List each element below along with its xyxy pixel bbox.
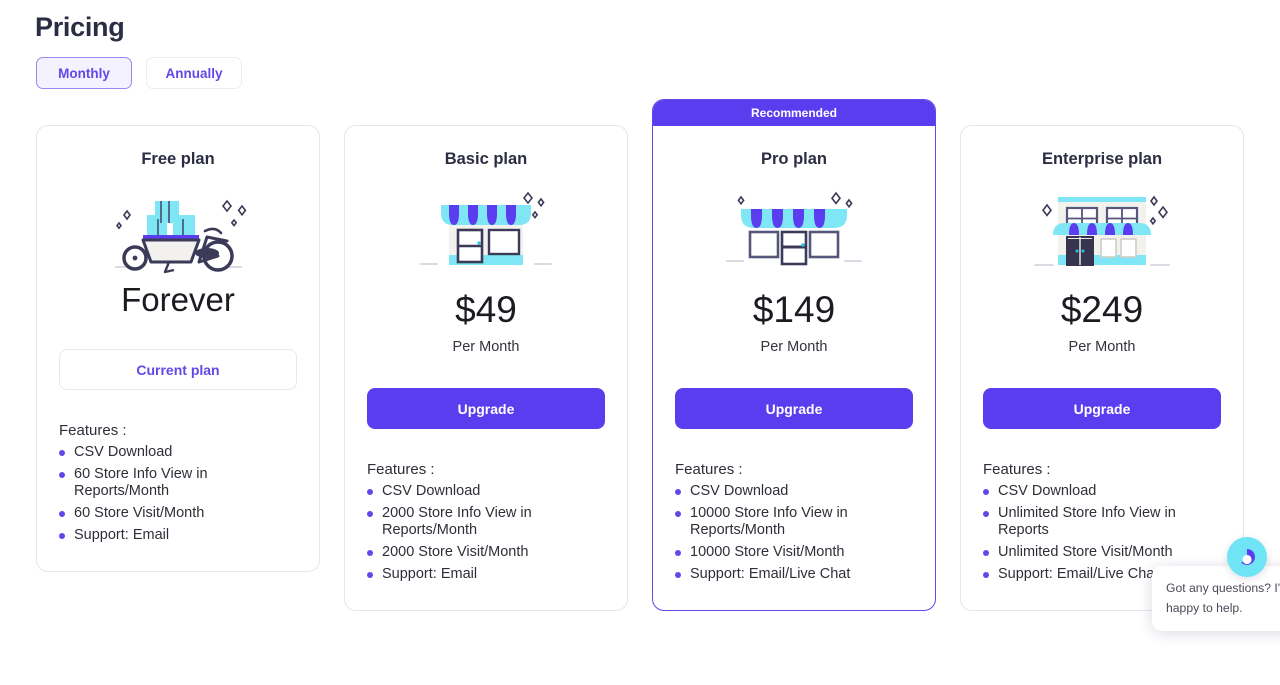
bullet-icon: [983, 572, 989, 578]
features-title: Features :: [675, 461, 913, 478]
feature-label: CSV Download: [74, 444, 172, 461]
cargo-bike-illustration: [103, 175, 253, 283]
feature-item: 60 Store Visit/Month: [59, 505, 297, 522]
plan-period: Per Month: [1069, 339, 1136, 355]
bullet-icon: [367, 489, 373, 495]
feature-item: 2000 Store Info View in Reports/Month: [367, 505, 605, 539]
plan-price: $49: [455, 291, 517, 328]
feature-label: Unlimited Store Info View in Reports: [998, 505, 1221, 539]
bullet-icon: [59, 533, 65, 539]
recommended-badge-label: Recommended: [751, 106, 837, 120]
feature-label: 10000 Store Visit/Month: [690, 544, 845, 561]
feature-item: CSV Download: [59, 444, 297, 461]
billing-period-toggle: Monthly Annually: [36, 57, 242, 89]
chat-launcher-icon: [1237, 547, 1257, 567]
billing-option-annually-label: Annually: [165, 66, 222, 81]
wide-storefront-illustration: [719, 175, 869, 283]
features-list: Features : CSV Download 60 Store Info Vi…: [59, 422, 297, 545]
feature-item: Support: Email: [59, 527, 297, 544]
upgrade-button-label: Upgrade: [1074, 401, 1131, 417]
feature-label: Unlimited Store Visit/Month: [998, 544, 1173, 561]
feature-item: 10000 Store Visit/Month: [675, 544, 913, 561]
feature-item: CSV Download: [675, 483, 913, 500]
plan-name: Pro plan: [761, 150, 827, 169]
feature-item: CSV Download: [983, 483, 1221, 500]
feature-item: CSV Download: [367, 483, 605, 500]
plan-period: Per Month: [761, 339, 828, 355]
feature-label: CSV Download: [998, 483, 1096, 500]
features-list: Features : CSV Download 2000 Store Info …: [367, 461, 605, 584]
two-story-building-illustration: [1027, 175, 1177, 283]
feature-label: CSV Download: [690, 483, 788, 500]
recommended-badge: Recommended: [653, 100, 935, 126]
pricing-cards: Free plan: [36, 99, 1246, 611]
pricing-card-basic: Basic plan: [344, 125, 628, 611]
feature-label: 2000 Store Visit/Month: [382, 544, 528, 561]
billing-option-monthly[interactable]: Monthly: [36, 57, 132, 89]
bullet-icon: [675, 489, 681, 495]
chat-greeting-bubble[interactable]: Got any questions? I'm happy to help.: [1152, 566, 1280, 631]
feature-item: 60 Store Info View in Reports/Month: [59, 466, 297, 500]
billing-option-annually[interactable]: Annually: [146, 57, 242, 89]
upgrade-button[interactable]: Upgrade: [675, 388, 913, 429]
feature-label: 60 Store Visit/Month: [74, 505, 204, 522]
plan-period: Per Month: [453, 339, 520, 355]
bullet-icon: [983, 511, 989, 517]
plan-price: $249: [1061, 291, 1143, 328]
bullet-icon: [367, 572, 373, 578]
small-storefront-illustration: [411, 175, 561, 283]
features-list: Features : CSV Download 10000 Store Info…: [675, 461, 913, 584]
chat-greeting-text: Got any questions? I'm happy to help.: [1166, 581, 1280, 615]
bullet-icon: [675, 511, 681, 517]
feature-item: Support: Email/Live Chat: [675, 566, 913, 583]
page-title: Pricing: [35, 12, 124, 43]
feature-item: Unlimited Store Visit/Month: [983, 544, 1221, 561]
plan-price: $149: [753, 291, 835, 328]
pricing-card-free: Free plan: [36, 125, 320, 572]
bullet-icon: [59, 472, 65, 478]
features-title: Features :: [59, 422, 297, 439]
feature-label: 10000 Store Info View in Reports/Month: [690, 505, 913, 539]
feature-label: 60 Store Info View in Reports/Month: [74, 466, 297, 500]
bullet-icon: [983, 489, 989, 495]
billing-option-monthly-label: Monthly: [58, 66, 110, 81]
bullet-icon: [367, 550, 373, 556]
feature-label: Support: Email: [74, 527, 169, 544]
feature-label: Support: Email/Live Chat: [690, 566, 850, 583]
current-plan-button-label: Current plan: [136, 362, 219, 378]
feature-label: Support: Email: [382, 566, 477, 583]
plan-name: Basic plan: [445, 150, 528, 169]
features-title: Features :: [983, 461, 1221, 478]
current-plan-button[interactable]: Current plan: [59, 349, 297, 390]
bullet-icon: [983, 550, 989, 556]
pricing-card-enterprise: Enterprise plan: [960, 125, 1244, 611]
upgrade-button[interactable]: Upgrade: [367, 388, 605, 429]
bullet-icon: [59, 450, 65, 456]
bullet-icon: [59, 511, 65, 517]
bullet-icon: [367, 511, 373, 517]
features-title: Features :: [367, 461, 605, 478]
chat-launcher-button[interactable]: [1227, 537, 1267, 577]
feature-item: Support: Email: [367, 566, 605, 583]
feature-item: 2000 Store Visit/Month: [367, 544, 605, 561]
upgrade-button-label: Upgrade: [458, 401, 515, 417]
bullet-icon: [675, 550, 681, 556]
plan-price: Forever: [121, 283, 235, 316]
upgrade-button-label: Upgrade: [766, 401, 823, 417]
feature-label: Support: Email/Live Chat: [998, 566, 1158, 583]
plan-name: Free plan: [141, 150, 214, 169]
feature-label: CSV Download: [382, 483, 480, 500]
bullet-icon: [675, 572, 681, 578]
upgrade-button[interactable]: Upgrade: [983, 388, 1221, 429]
feature-item: Unlimited Store Info View in Reports: [983, 505, 1221, 539]
feature-label: 2000 Store Info View in Reports/Month: [382, 505, 605, 539]
plan-name: Enterprise plan: [1042, 150, 1162, 169]
feature-item: 10000 Store Info View in Reports/Month: [675, 505, 913, 539]
pricing-card-pro: Recommended Pro plan: [652, 99, 936, 611]
